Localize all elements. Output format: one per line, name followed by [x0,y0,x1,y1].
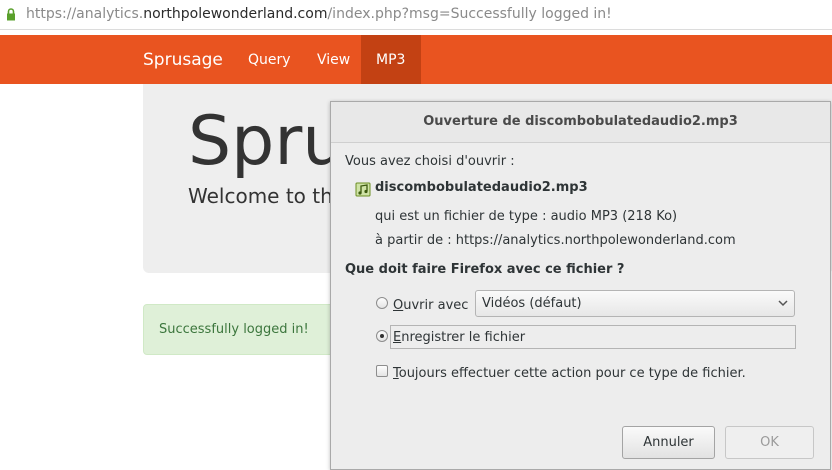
chosen-label: Vous avez choisi d'ouvrir : [345,154,515,169]
url-suffix: /index.php?msg=Successfully logged in! [327,6,612,22]
alert-message: Successfully logged in! [159,322,309,337]
url-bar[interactable]: https://analytics.northpolewonderland.co… [0,0,832,30]
source-line: à partir de : https://analytics.northpol… [375,233,736,248]
chevron-down-icon [778,300,788,307]
ok-button[interactable]: OK [725,426,814,459]
open-with-app-value: Vidéos (défaut) [482,296,582,311]
action-question: Que doit faire Firefox avec ce fichier ? [345,262,625,277]
url-text: https://analytics.northpolewonderland.co… [26,6,612,22]
navbar-brand[interactable]: Sprusage [143,50,223,70]
dialog-titlebar[interactable]: Ouverture de discombobulatedaudio2.mp3 [331,102,830,143]
open-with-mnemonic: O [393,298,404,313]
dialog-title: Ouverture de discombobulatedaudio2.mp3 [423,114,738,129]
open-with-radio[interactable] [376,297,388,309]
nav-item-view[interactable]: View [317,52,350,68]
always-do-checkbox[interactable] [376,365,388,377]
cancel-button[interactable]: Annuler [622,426,715,459]
lock-icon [7,8,15,21]
radio-selected-dot [380,334,384,338]
open-with-label-rest: uvrir avec [403,298,469,313]
audio-file-icon [355,182,371,197]
nav-item-mp3[interactable]: MP3 [376,52,405,68]
open-with-label[interactable]: Ouvrir avec [393,298,468,313]
filetype-line: qui est un fichier de type : audio MP3 (… [375,209,678,224]
save-file-radio[interactable] [376,330,388,342]
save-file-label-rest: nregistrer le fichier [401,330,526,345]
nav-item-query[interactable]: Query [248,52,291,68]
url-domain: northpolewonderland.com [143,6,328,22]
site-navbar: Sprusage Query View MP3 [0,35,832,84]
open-with-app-select[interactable]: Vidéos (défaut) [475,290,795,317]
save-file-mnemonic: E [393,330,402,345]
download-dialog: Ouverture de discombobulatedaudio2.mp3 V… [330,101,831,470]
url-prefix: https://analytics. [26,6,144,22]
jumbotron-subtitle: Welcome to th [188,184,333,208]
always-do-label-rest: oujours effectuer cette action pour ce t… [398,366,746,381]
filename: discombobulatedaudio2.mp3 [375,180,588,195]
save-file-label[interactable]: Enregistrer le fichier [393,330,525,345]
always-do-label[interactable]: Toujours effectuer cette action pour ce … [393,366,746,381]
